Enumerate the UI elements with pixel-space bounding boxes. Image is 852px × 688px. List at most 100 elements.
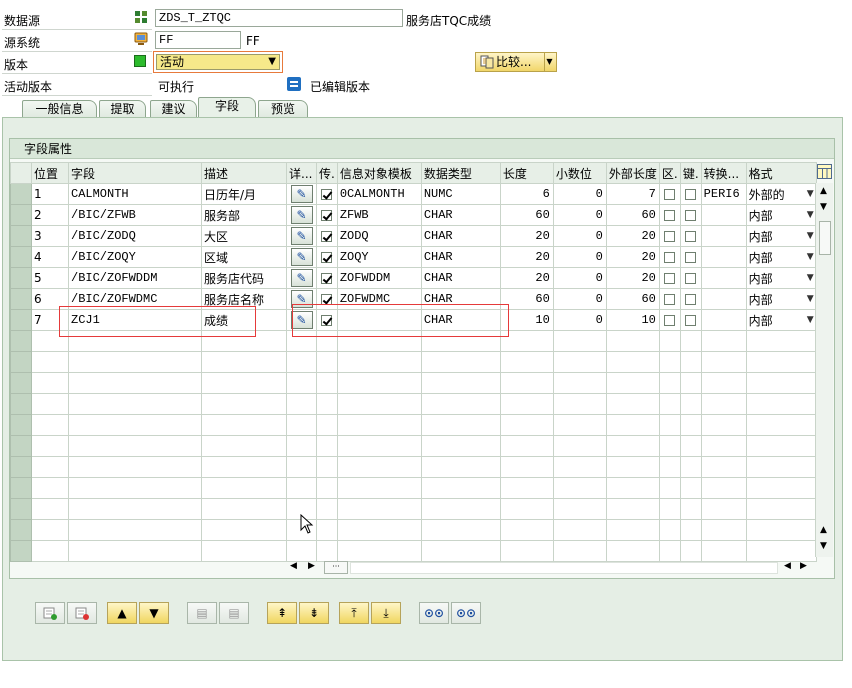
scroll-down-icon[interactable]: ▼ <box>820 541 827 551</box>
cell-datatype[interactable]: CHAR <box>420 246 501 268</box>
cell-area[interactable] <box>658 267 681 289</box>
cell-position[interactable]: 3 <box>31 225 69 247</box>
page-down-icon[interactable]: ⤓ <box>371 602 401 624</box>
cell-extlength[interactable]: 10 <box>605 309 660 331</box>
dropdown-arrow-icon[interactable]: ▼ <box>544 53 554 71</box>
cell-transfer[interactable] <box>316 183 338 205</box>
cell-conversion[interactable]: PERI6 <box>700 183 747 205</box>
scroll-left-icon[interactable]: ◀ <box>290 561 297 571</box>
move-down-icon[interactable]: ▼ <box>139 602 169 624</box>
chevron-down-icon[interactable]: ▼ <box>807 231 814 241</box>
sourcesystem-field[interactable]: FF <box>155 31 241 49</box>
scroll-right-icon[interactable]: ▶ <box>800 561 807 571</box>
select-all-cell[interactable] <box>10 162 32 184</box>
row-selector[interactable] <box>10 330 32 352</box>
area-checkbox[interactable] <box>664 294 676 305</box>
area-checkbox[interactable] <box>664 189 676 200</box>
cell-detail[interactable]: ✎ <box>286 183 317 205</box>
cell-key[interactable] <box>679 309 702 331</box>
row-selector[interactable] <box>10 267 32 289</box>
cell-datatype[interactable]: NUMC <box>420 183 501 205</box>
col-header[interactable]: 键. <box>679 162 702 184</box>
cell-area[interactable] <box>658 225 681 247</box>
cell-template[interactable]: 0CALMONTH <box>336 183 422 205</box>
cell-detail[interactable]: ✎ <box>286 267 317 289</box>
col-header[interactable]: 数据类型 <box>420 162 501 184</box>
row-selector[interactable] <box>10 414 32 436</box>
cell-template[interactable]: ZODQ <box>336 225 422 247</box>
key-checkbox[interactable] <box>685 210 697 221</box>
col-header[interactable]: 传. <box>316 162 338 184</box>
compare-button[interactable]: 比较... ▼ <box>475 52 557 72</box>
row-selector[interactable] <box>10 372 32 394</box>
chevron-down-icon[interactable]: ▼ <box>807 252 814 262</box>
row-selector[interactable] <box>10 540 32 562</box>
chevron-down-icon[interactable]: ▼ <box>807 273 814 283</box>
cell-area[interactable] <box>658 309 681 331</box>
cell-description[interactable]: 日历年/月 <box>201 183 287 205</box>
cell-field[interactable]: /BIC/ZFWB <box>68 204 202 226</box>
area-checkbox[interactable] <box>664 315 676 326</box>
row-selector[interactable] <box>10 393 32 415</box>
cell-area[interactable] <box>658 183 681 205</box>
chevron-down-icon[interactable]: ▼ <box>807 189 814 199</box>
cell-extlength[interactable]: 60 <box>605 288 660 310</box>
cell-detail[interactable]: ✎ <box>286 246 317 268</box>
row-selector[interactable] <box>10 351 32 373</box>
cell-extlength[interactable]: 60 <box>605 204 660 226</box>
col-header[interactable]: 详... <box>286 162 317 184</box>
key-checkbox[interactable] <box>685 231 697 242</box>
chevron-down-icon[interactable]: ▼ <box>807 210 814 220</box>
cell-datatype[interactable]: CHAR <box>420 204 501 226</box>
cell-field[interactable]: CALMONTH <box>68 183 202 205</box>
transfer-checkbox[interactable] <box>321 210 333 221</box>
cell-datatype[interactable]: CHAR <box>420 267 501 289</box>
chevron-down-icon[interactable]: ▼ <box>268 55 276 69</box>
cell-area[interactable] <box>658 288 681 310</box>
col-header[interactable]: 格式 <box>745 162 817 184</box>
col-header[interactable]: 长度 <box>499 162 554 184</box>
col-header[interactable]: 位置 <box>31 162 69 184</box>
cell-format[interactable]: 内部 ▼ <box>745 309 817 331</box>
row-selector[interactable] <box>10 204 32 226</box>
edit-detail-icon[interactable]: ✎ <box>290 185 313 203</box>
cell-decimals[interactable]: 0 <box>552 288 607 310</box>
table-row[interactable]: 1 CALMONTH 日历年/月 ✎ 0CALMONTH NUMC 6 0 7 PERI6 外部的 ▼ <box>10 183 817 205</box>
insert-row-icon[interactable] <box>35 602 65 624</box>
edit-detail-icon[interactable]: ✎ <box>290 248 313 266</box>
find-icon[interactable]: ⊙⊙ <box>419 602 449 624</box>
table-row[interactable]: 5/BIC/ZOFWDDM 服务店代码 ✎ ZOFWDDM CHAR 20 0 20 内部 ▼ <box>10 267 817 289</box>
transfer-checkbox[interactable] <box>321 189 333 200</box>
cell-area[interactable] <box>658 204 681 226</box>
row-selector[interactable] <box>10 246 32 268</box>
cell-length[interactable]: 6 <box>499 183 554 205</box>
cell-extlength[interactable]: 7 <box>605 183 660 205</box>
cell-extlength[interactable]: 20 <box>605 225 660 247</box>
vertical-scrollbar[interactable]: ▲ ▼ ▲ ▼ <box>815 183 833 557</box>
cell-key[interactable] <box>679 225 702 247</box>
area-checkbox[interactable] <box>664 252 676 263</box>
cell-detail[interactable]: ✎ <box>286 204 317 226</box>
cell-field[interactable]: /BIC/ZODQ <box>68 225 202 247</box>
cell-description[interactable]: 区域 <box>201 246 287 268</box>
row-selector[interactable] <box>10 288 32 310</box>
cell-position[interactable]: 2 <box>31 204 69 226</box>
cell-decimals[interactable]: 0 <box>552 225 607 247</box>
col-header[interactable]: 区. <box>658 162 681 184</box>
cell-conversion[interactable] <box>700 246 747 268</box>
cell-description[interactable]: 服务部 <box>201 204 287 226</box>
key-checkbox[interactable] <box>685 273 697 284</box>
row-selector[interactable] <box>10 309 32 331</box>
cell-datatype[interactable]: CHAR <box>420 225 501 247</box>
col-header[interactable]: 描述 <box>201 162 287 184</box>
cell-conversion[interactable] <box>700 309 747 331</box>
version-select[interactable]: 活动 ▼ <box>153 51 283 73</box>
key-checkbox[interactable] <box>685 315 697 326</box>
cell-length[interactable]: 20 <box>499 225 554 247</box>
scroll-down-icon[interactable]: ▼ <box>820 202 827 212</box>
cell-conversion[interactable] <box>700 204 747 226</box>
page-up-icon[interactable]: ⤒ <box>339 602 369 624</box>
cell-length[interactable]: 60 <box>499 204 554 226</box>
scroll-up-icon[interactable]: ▲ <box>820 186 827 196</box>
cell-extlength[interactable]: 20 <box>605 267 660 289</box>
